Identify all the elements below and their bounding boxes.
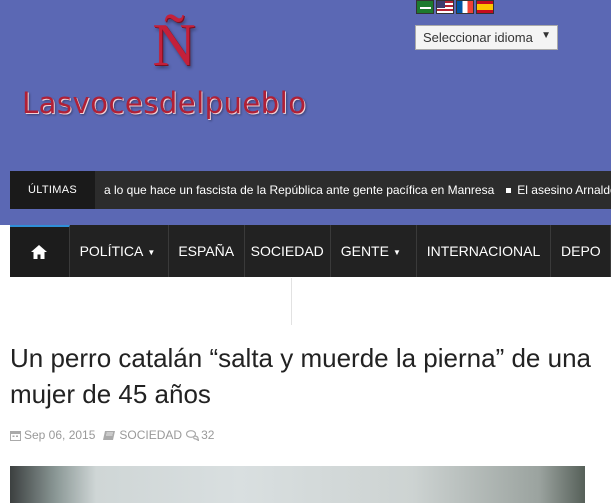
article-meta: Sep 06, 2015 SOCIEDAD 32 xyxy=(10,428,214,442)
home-icon xyxy=(31,245,48,259)
bullet-icon xyxy=(506,187,512,193)
nav-item-label: ESPAÑA xyxy=(178,243,235,259)
news-ticker: ÚLTIMAS a lo que hace un fascista de la … xyxy=(10,171,611,209)
nav-item-espana[interactable]: ESPAÑA xyxy=(169,225,245,277)
article-category[interactable]: SOCIEDAD xyxy=(119,428,182,442)
nav-item-label: INTERNACIONAL xyxy=(426,243,541,259)
ticker-item[interactable]: a lo que hace un fascista de la Repúblic… xyxy=(104,183,494,197)
logo-mark[interactable]: Ñ xyxy=(152,10,196,82)
chevron-down-icon: ▼ xyxy=(541,30,551,41)
nav-item-label: POLÍTICA xyxy=(79,243,144,259)
spanish-flag-icon[interactable] xyxy=(476,0,494,14)
nav-item-label: GENTE xyxy=(340,243,389,259)
french-flag-icon[interactable] xyxy=(456,0,474,14)
english-flag-icon[interactable] xyxy=(436,0,454,14)
nav-home[interactable] xyxy=(10,225,70,277)
calendar-icon xyxy=(10,430,21,441)
ticker-label: ÚLTIMAS xyxy=(10,171,95,209)
ticker-item[interactable]: El asesino Arnaldo xyxy=(517,183,611,197)
book-icon xyxy=(103,430,116,440)
comments-icon xyxy=(186,429,200,441)
nav-item-label: DEPO xyxy=(561,243,601,259)
ticker-items: a lo que hace un fascista de la Repúblic… xyxy=(104,171,611,209)
language-flags xyxy=(416,0,494,16)
arabic-flag-icon[interactable] xyxy=(416,0,434,14)
nav-item-deportes[interactable]: DEPO xyxy=(551,225,611,277)
nav-item-internacional[interactable]: INTERNACIONAL xyxy=(417,225,551,277)
article-title[interactable]: Un perro catalán “salta y muerde la pier… xyxy=(10,340,600,412)
article-date: Sep 06, 2015 xyxy=(24,428,96,442)
nav-item-label: SOCIEDAD xyxy=(250,243,324,259)
site-logo-text[interactable]: Lasvocesdelpueblo xyxy=(22,86,306,120)
nav-item-gente[interactable]: GENTE ▼ xyxy=(331,225,417,277)
site-header: Ñ Lasvocesdelpueblo Seleccionar idioma ▼… xyxy=(0,0,611,225)
nav-item-politica[interactable]: POLÍTICA ▼ xyxy=(70,225,169,277)
chevron-down-icon: ▼ xyxy=(392,247,401,257)
language-select-value: Seleccionar idioma xyxy=(423,30,533,45)
comment-count[interactable]: 32 xyxy=(201,428,214,442)
chevron-down-icon: ▼ xyxy=(147,247,156,257)
nav-item-sociedad[interactable]: SOCIEDAD xyxy=(245,225,331,277)
main-nav: POLÍTICA ▼ ESPAÑA SOCIEDAD GENTE ▼ INTER… xyxy=(10,225,611,277)
article-image xyxy=(10,466,585,503)
language-select[interactable]: Seleccionar idioma ▼ xyxy=(415,25,558,50)
divider xyxy=(291,278,292,325)
